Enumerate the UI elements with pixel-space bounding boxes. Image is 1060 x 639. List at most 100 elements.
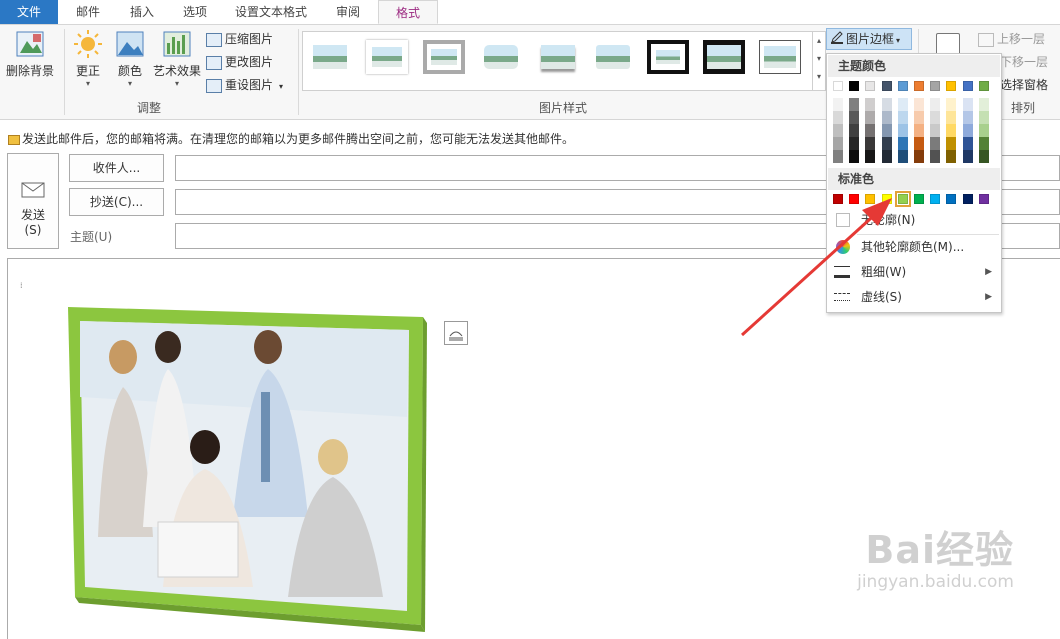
theme-shade-swatch[interactable] (914, 98, 924, 111)
theme-shade-swatch[interactable] (881, 124, 892, 137)
theme-shade-swatch[interactable] (914, 111, 924, 124)
theme-shade-swatch[interactable] (865, 111, 876, 124)
theme-shade-swatch[interactable] (881, 98, 892, 111)
theme-shade-swatch[interactable] (865, 98, 876, 111)
theme-shade-swatch[interactable] (946, 150, 957, 163)
gallery-scroll[interactable]: ▴ ▾ ▾ (812, 32, 825, 90)
theme-shade-swatch[interactable] (962, 137, 973, 150)
theme-shade-swatch[interactable] (946, 98, 957, 111)
style-thumbnail[interactable] (309, 40, 351, 74)
theme-shade-swatch[interactable] (930, 150, 941, 163)
layout-options-icon[interactable] (444, 321, 468, 345)
theme-color-swatch[interactable] (946, 81, 957, 91)
theme-shade-swatch[interactable] (930, 137, 941, 150)
color-label: 颜色 (117, 64, 142, 78)
theme-shade-swatch[interactable] (946, 124, 957, 137)
theme-color-swatch[interactable] (914, 81, 924, 91)
theme-shade-swatch[interactable] (833, 111, 843, 124)
inserted-picture[interactable] (63, 297, 433, 632)
theme-shade-swatch[interactable] (897, 150, 908, 163)
theme-shade-swatch[interactable] (914, 137, 924, 150)
reset-picture-button[interactable]: 重设图片 ▾ (206, 75, 283, 95)
theme-shade-swatch[interactable] (865, 150, 876, 163)
wrap-text-icon[interactable] (936, 33, 960, 55)
theme-shade-swatch[interactable] (897, 111, 908, 124)
theme-shade-swatch[interactable] (849, 124, 860, 137)
theme-color-swatch[interactable] (978, 81, 989, 91)
tab-format-text[interactable]: 设置文本格式 (224, 0, 318, 24)
theme-color-swatch[interactable] (849, 81, 860, 91)
send-button[interactable]: 发送 (S) (7, 153, 59, 249)
theme-color-swatch[interactable] (833, 81, 843, 91)
theme-shade-swatch[interactable] (946, 137, 957, 150)
theme-shade-swatch[interactable] (978, 111, 989, 124)
theme-shade-swatch[interactable] (930, 98, 941, 111)
theme-shade-swatch[interactable] (962, 98, 973, 111)
compress-pictures-button[interactable]: 压缩图片 (206, 29, 273, 49)
artistic-effects-button[interactable]: 艺术效果 ▾ (150, 29, 204, 88)
style-thumbnail[interactable] (647, 40, 689, 74)
standard-color-swatch[interactable] (946, 194, 957, 204)
theme-color-swatch[interactable] (865, 81, 876, 91)
theme-color-swatch[interactable] (930, 81, 941, 91)
style-thumbnail[interactable] (759, 40, 801, 74)
cc-button[interactable]: 抄送(C)... (69, 188, 164, 216)
theme-shade-swatch[interactable] (962, 124, 973, 137)
theme-shade-swatch[interactable] (881, 111, 892, 124)
theme-color-swatch[interactable] (962, 81, 973, 91)
theme-shade-swatch[interactable] (897, 124, 908, 137)
bring-forward-button[interactable]: 上移一层 (978, 29, 1045, 49)
theme-color-swatch[interactable] (881, 81, 892, 91)
theme-shade-swatch[interactable] (914, 124, 924, 137)
style-thumbnail[interactable] (592, 40, 634, 74)
theme-shade-swatch[interactable] (978, 150, 989, 163)
corrections-label: 更正 (75, 64, 100, 78)
theme-shade-swatch[interactable] (897, 137, 908, 150)
style-thumbnail[interactable] (366, 40, 408, 74)
tab-options[interactable]: 选项 (170, 0, 220, 24)
tab-mail[interactable]: 邮件 (62, 0, 114, 24)
theme-shade-swatch[interactable] (930, 124, 941, 137)
theme-shade-swatch[interactable] (962, 150, 973, 163)
style-thumbnail[interactable] (537, 40, 579, 74)
theme-shade-swatch[interactable] (962, 111, 973, 124)
tab-review[interactable]: 审阅 (322, 0, 374, 24)
corrections-button[interactable]: 更正 ▾ (68, 29, 108, 88)
theme-shade-swatch[interactable] (849, 111, 860, 124)
tab-insert[interactable]: 插入 (116, 0, 168, 24)
theme-shade-swatch[interactable] (833, 124, 843, 137)
to-button[interactable]: 收件人... (69, 154, 164, 182)
theme-shade-swatch[interactable] (865, 124, 876, 137)
theme-shade-swatch[interactable] (978, 137, 989, 150)
picture-border-button[interactable]: 图片边框 ▾ (826, 28, 912, 50)
tab-file[interactable]: 文件 (0, 0, 58, 24)
theme-shade-swatch[interactable] (930, 111, 941, 124)
style-thumbnail[interactable] (703, 40, 745, 74)
theme-shade-swatch[interactable] (978, 98, 989, 111)
theme-shade-swatch[interactable] (849, 137, 860, 150)
remove-background-button[interactable]: 删除背景 (2, 29, 58, 79)
theme-shade-swatch[interactable] (849, 98, 860, 111)
standard-color-swatch[interactable] (978, 194, 989, 204)
selection-pane-button[interactable]: 选择窗格 (1000, 75, 1048, 95)
theme-shade-swatch[interactable] (914, 150, 924, 163)
theme-shade-swatch[interactable] (881, 137, 892, 150)
theme-shade-swatch[interactable] (865, 137, 876, 150)
theme-shade-swatch[interactable] (946, 111, 957, 124)
send-backward-button[interactable]: 下移一层 (1000, 52, 1048, 72)
change-picture-button[interactable]: 更改图片 (206, 52, 273, 72)
tab-format[interactable]: 格式 (378, 0, 438, 24)
theme-shade-swatch[interactable] (833, 137, 843, 150)
theme-shade-swatch[interactable] (849, 150, 860, 163)
theme-shade-swatch[interactable] (881, 150, 892, 163)
standard-color-swatch[interactable] (930, 194, 941, 204)
theme-color-swatch[interactable] (897, 81, 908, 91)
standard-color-swatch[interactable] (962, 194, 973, 204)
color-button[interactable]: 颜色 ▾ (110, 29, 150, 88)
style-thumbnail[interactable] (480, 40, 522, 74)
theme-shade-swatch[interactable] (978, 124, 989, 137)
theme-shade-swatch[interactable] (833, 98, 843, 111)
theme-shade-swatch[interactable] (833, 150, 843, 163)
style-thumbnail[interactable] (423, 40, 465, 74)
theme-shade-swatch[interactable] (897, 98, 908, 111)
